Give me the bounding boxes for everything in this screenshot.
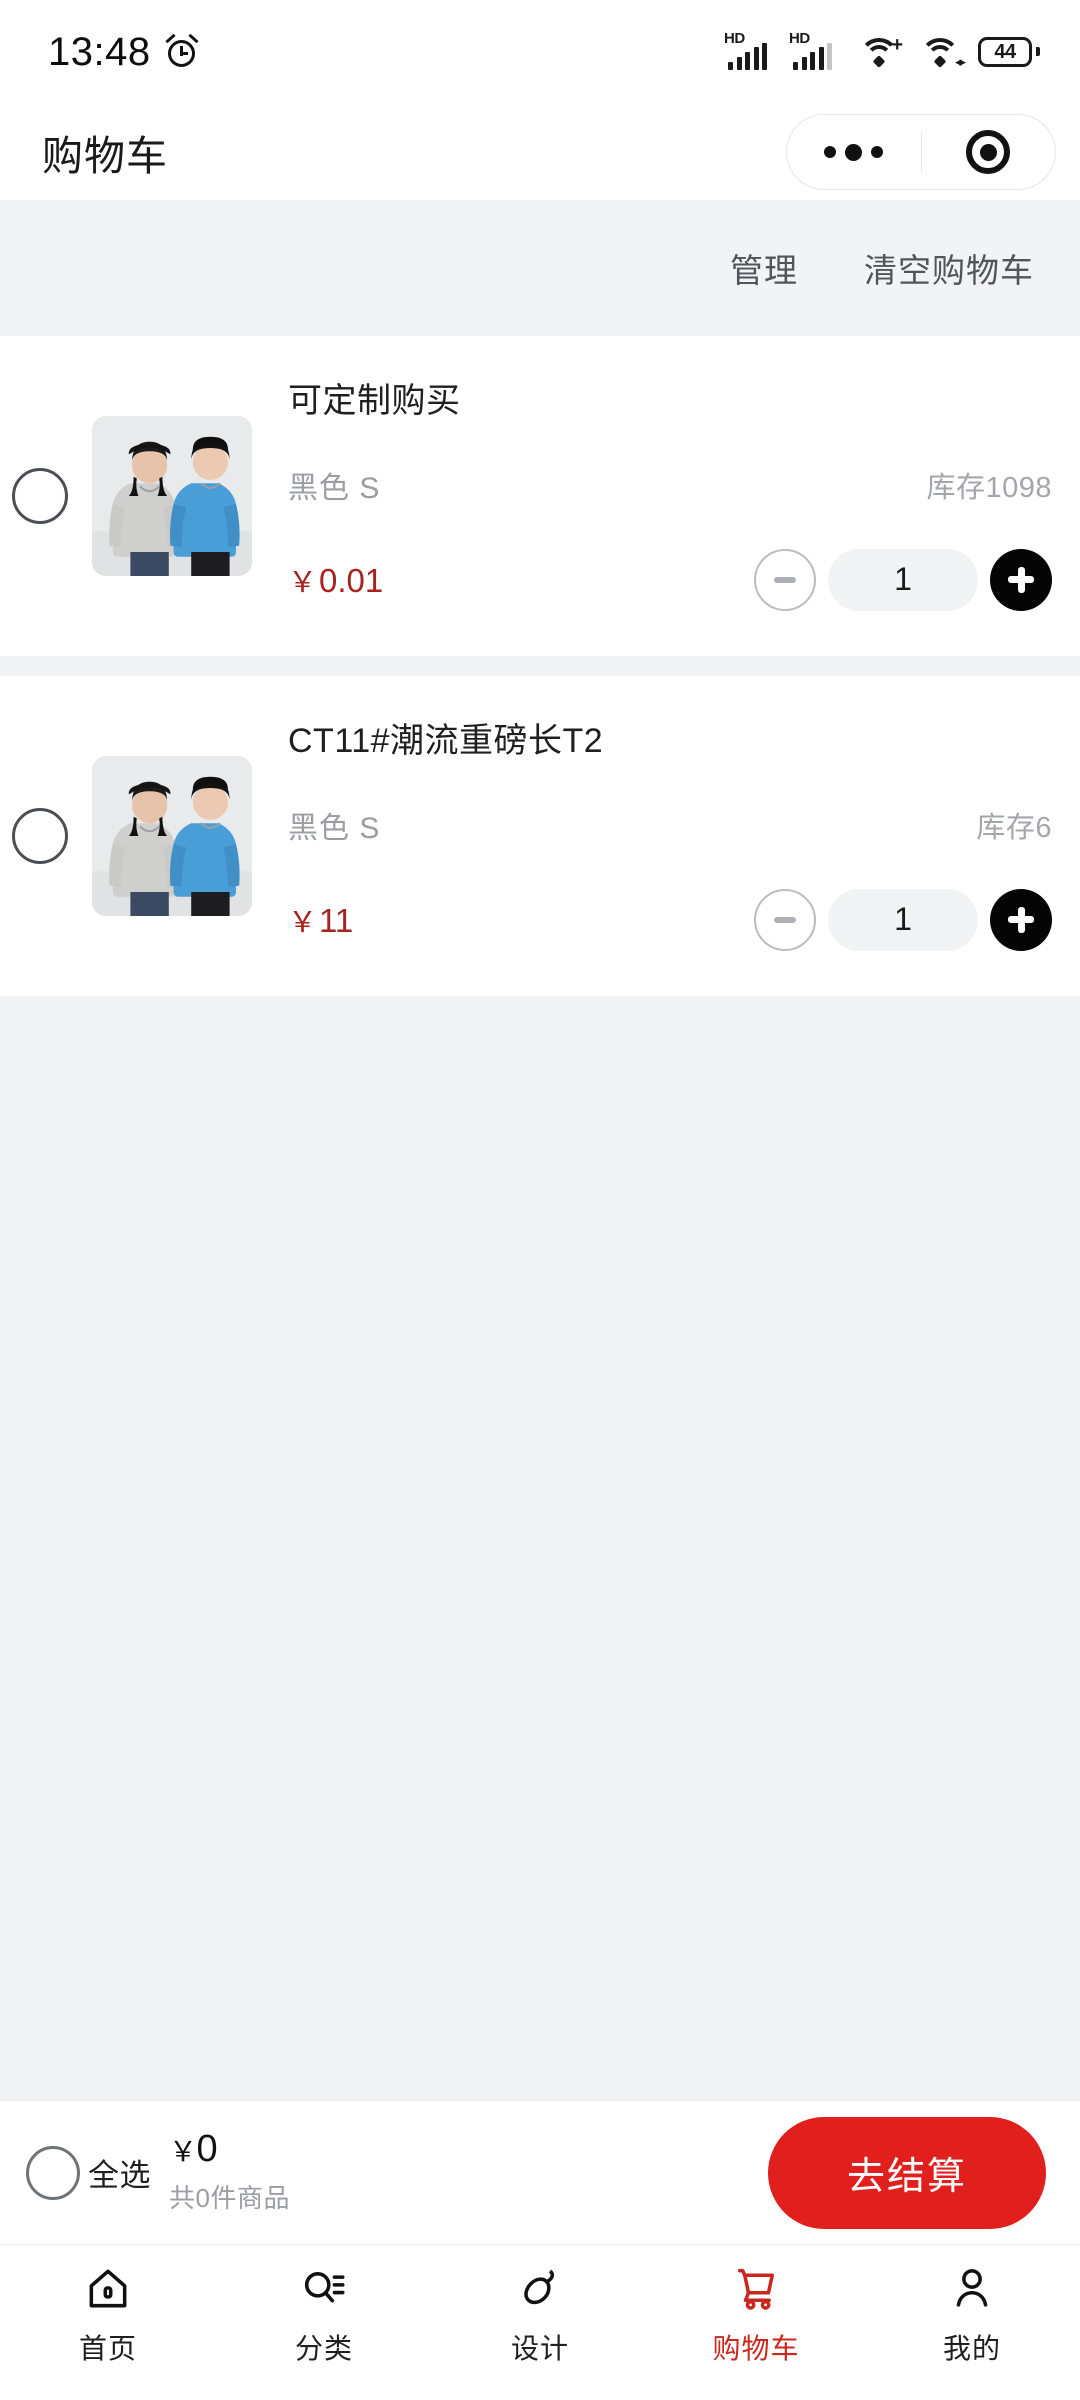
tab-home-label: 首页: [78, 2333, 137, 2364]
product-title: 可定制购买: [288, 382, 461, 420]
hd-label-sim1: HD: [724, 30, 745, 47]
cart-item-list: 可定制购买 黑色 S 库存1098 ￥0.01 1 CT11#潮流重磅长T2 黑…: [0, 336, 1080, 1016]
cart-item-row[interactable]: CT11#潮流重磅长T2 黑色 S 库存6 ￥11 1: [0, 676, 1080, 996]
page-header: 购物车: [0, 104, 1080, 200]
status-bar-right: HD HD + ◂▸ 44: [724, 30, 1040, 70]
status-bar: 13:48 HD HD + ◂▸ 44: [0, 0, 1080, 104]
brush-icon: [512, 2261, 568, 2317]
product-info: 可定制购买 黑色 S 库存1098 ￥0.01 1: [288, 381, 1052, 611]
select-all-label[interactable]: 全选: [88, 2150, 151, 2195]
wifi-plus-icon: +: [856, 34, 903, 70]
tab-cart-label: 购物车: [712, 2333, 800, 2364]
product-spec-row: 黑色 S 库存6: [288, 803, 1052, 847]
total-amount: ￥0: [169, 2128, 290, 2171]
item-checkbox[interactable]: [12, 808, 68, 864]
bottom-tab-bar: 首页 分类 设计 购物车 我的: [0, 2244, 1080, 2400]
quantity-stepper: 1: [754, 888, 1052, 951]
status-bar-left: 13:48: [48, 30, 199, 75]
product-price: ￥11: [288, 899, 353, 941]
battery-level: 44: [994, 40, 1016, 63]
product-price-row: ￥0.01 1: [288, 548, 1052, 611]
order-totals: ￥0 共0件商品: [169, 2128, 290, 2215]
quantity-field[interactable]: 1: [828, 548, 978, 611]
miniprogram-capsule[interactable]: [786, 114, 1056, 190]
product-stock: 库存1098: [926, 472, 1052, 505]
cart-item-row[interactable]: 可定制购买 黑色 S 库存1098 ￥0.01 1: [0, 336, 1080, 656]
manage-button[interactable]: 管理: [730, 244, 798, 292]
quantity-value: 1: [894, 901, 912, 938]
item-checkbox[interactable]: [12, 468, 68, 524]
increase-quantity-button[interactable]: [990, 548, 1052, 611]
status-time: 13:48: [48, 29, 151, 74]
battery-icon: 44: [978, 36, 1040, 68]
price-value: 11: [319, 901, 354, 939]
target-circle-icon: [966, 130, 1011, 174]
cart-toolbar: 管理 清空购物车: [0, 200, 1080, 336]
tab-profile[interactable]: 我的: [864, 2261, 1080, 2367]
close-miniprogram-button[interactable]: [922, 130, 1056, 174]
wifi-data-icon: ◂▸: [917, 34, 966, 70]
checkout-button[interactable]: 去结算: [768, 2116, 1046, 2229]
product-info: CT11#潮流重磅长T2 黑色 S 库存6 ￥11 1: [288, 721, 1052, 951]
tab-home[interactable]: 首页: [0, 2261, 216, 2367]
hd-label-sim2: HD: [789, 30, 810, 47]
search-list-icon: [296, 2261, 352, 2317]
checkout-bar: 全选 ￥0 共0件商品 去结算: [0, 2100, 1080, 2244]
tab-cart[interactable]: 购物车: [648, 2261, 864, 2367]
more-dots-icon: [824, 143, 884, 161]
product-spec[interactable]: 黑色 S: [288, 803, 380, 847]
minus-icon: [774, 916, 796, 923]
total-item-count: 共0件商品: [169, 2182, 290, 2213]
tab-design-label: 设计: [510, 2333, 569, 2364]
product-price-row: ￥11 1: [288, 888, 1052, 951]
product-thumbnail[interactable]: [92, 756, 252, 916]
quantity-value: 1: [894, 561, 912, 598]
quantity-field[interactable]: 1: [828, 888, 978, 951]
signal-icon-sim2: HD: [789, 30, 841, 70]
total-currency-symbol: ￥: [169, 2136, 197, 2168]
page-title: 购物车: [42, 133, 168, 179]
alarm-clock-icon: [165, 33, 199, 69]
select-all-checkbox[interactable]: [26, 2145, 80, 2200]
increase-quantity-button[interactable]: [990, 888, 1052, 951]
product-title: CT11#潮流重磅长T2: [288, 722, 604, 760]
clear-cart-button[interactable]: 清空购物车: [864, 244, 1034, 292]
decrease-quantity-button[interactable]: [754, 548, 816, 611]
cart-screen: 13:48 HD HD + ◂▸ 44 购物车 管理 清空购物车 可定制购买 黑…: [0, 0, 1080, 2400]
tab-category-label: 分类: [294, 2333, 353, 2364]
total-amount-value: 0: [196, 2128, 218, 2171]
cart-icon: [728, 2261, 784, 2317]
tab-category[interactable]: 分类: [216, 2261, 432, 2367]
home-icon: [80, 2261, 136, 2317]
decrease-quantity-button[interactable]: [754, 888, 816, 951]
minus-icon: [774, 576, 796, 583]
tab-profile-label: 我的: [942, 2333, 1001, 2364]
price-value: 0.01: [319, 561, 384, 599]
signal-icon-sim1: HD: [724, 30, 776, 70]
product-price: ￥0.01: [288, 559, 383, 601]
product-spec-row: 黑色 S 库存1098: [288, 463, 1052, 507]
product-title-row: 可定制购买: [288, 381, 1052, 422]
currency-symbol: ￥: [288, 906, 318, 939]
person-icon: [944, 2261, 1000, 2317]
product-title-row: CT11#潮流重磅长T2: [288, 721, 1052, 762]
product-spec[interactable]: 黑色 S: [288, 463, 380, 507]
product-stock: 库存6: [976, 812, 1052, 845]
more-menu-button[interactable]: [787, 143, 921, 161]
currency-symbol: ￥: [288, 566, 318, 599]
quantity-stepper: 1: [754, 548, 1052, 611]
tab-design[interactable]: 设计: [432, 2261, 648, 2367]
product-thumbnail[interactable]: [92, 416, 252, 576]
